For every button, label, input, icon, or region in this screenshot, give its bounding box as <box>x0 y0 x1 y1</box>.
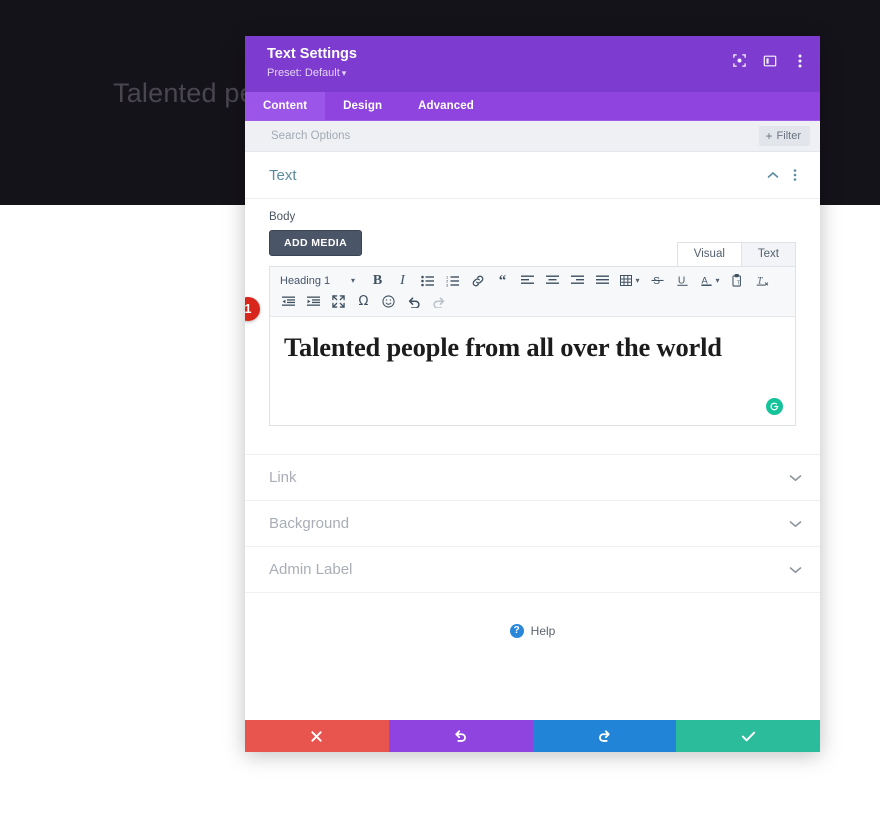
filter-button[interactable]: + Filter <box>758 126 810 146</box>
panel-layout-icon[interactable] <box>761 52 778 69</box>
collapsed-sections: Link Background Admin Label <box>245 454 820 593</box>
filter-button-label: Filter <box>776 130 801 142</box>
section-row-background[interactable]: Background <box>245 500 820 546</box>
emoji-icon[interactable] <box>376 292 401 312</box>
modal-body: Text Body ADD MEDIA 1 Visual Text Headin… <box>245 152 820 720</box>
plus-icon: + <box>765 129 773 143</box>
undo-button[interactable] <box>388 720 533 752</box>
align-center-icon[interactable] <box>540 271 565 291</box>
outdent-icon[interactable] <box>276 292 301 312</box>
svg-text:A: A <box>702 275 709 285</box>
indent-icon[interactable] <box>301 292 326 312</box>
svg-text:3: 3 <box>446 282 449 286</box>
preset-label: Preset: Default <box>267 67 340 79</box>
tab-text[interactable]: Text <box>741 242 796 266</box>
chevron-down-icon: ▾ <box>341 68 347 78</box>
bold-icon[interactable]: B <box>365 271 390 291</box>
paste-as-text-icon[interactable]: T <box>725 271 750 291</box>
search-options-bar: + Filter <box>245 121 820 152</box>
redo-icon <box>598 730 610 742</box>
editor-toolbar-row-1: Heading 1 ▾ B I 1 2 3 “ ▾ S U A ▾ T T <box>276 270 791 291</box>
add-media-button[interactable]: ADD MEDIA <box>269 230 363 256</box>
section-title-background: Background <box>269 515 350 532</box>
chevron-down-icon[interactable] <box>789 474 802 482</box>
tab-content[interactable]: Content <box>245 92 326 120</box>
check-icon <box>741 731 755 741</box>
chevron-up-icon[interactable] <box>764 166 782 184</box>
modal-title: Text Settings <box>267 46 357 62</box>
section-more-vertical-icon[interactable] <box>786 166 804 184</box>
preset-selector[interactable]: Preset: Default ▾ <box>267 66 346 81</box>
link-icon[interactable] <box>465 271 490 291</box>
modal-header-icons <box>731 52 808 69</box>
section-title-admin-label: Admin Label <box>269 561 353 578</box>
grammarly-icon[interactable] <box>766 398 783 415</box>
numbered-list-icon[interactable]: 1 2 3 <box>440 271 465 291</box>
redo-button[interactable] <box>532 720 677 752</box>
body-field-label: Body <box>269 211 296 223</box>
fullscreen-icon[interactable] <box>326 292 351 312</box>
question-mark-icon: ? <box>509 624 524 638</box>
special-character-icon[interactable]: Ω <box>351 292 376 312</box>
step-marker-badge: 1 <box>245 297 260 321</box>
section-title-text: Text <box>269 166 297 184</box>
more-vertical-icon[interactable] <box>791 52 808 69</box>
editor-mode-tabs: Visual Text <box>676 242 796 266</box>
clear-formatting-icon[interactable]: T <box>750 271 775 291</box>
undo-icon[interactable] <box>401 292 426 312</box>
italic-icon[interactable]: I <box>390 271 415 291</box>
modal-tabs: Content Design Advanced <box>245 92 820 121</box>
section-row-link[interactable]: Link <box>245 454 820 500</box>
svg-text:U: U <box>678 275 685 286</box>
focus-target-icon[interactable] <box>731 52 748 69</box>
redo-icon <box>426 292 451 312</box>
cancel-button[interactable] <box>245 720 389 752</box>
chevron-down-icon[interactable] <box>789 566 802 574</box>
undo-icon <box>455 730 467 742</box>
text-color-icon[interactable]: A ▾ <box>695 271 725 291</box>
align-right-icon[interactable] <box>565 271 590 291</box>
modal-header: Text Settings Preset: Default ▾ <box>245 36 820 92</box>
close-icon <box>311 730 323 742</box>
format-select[interactable]: Heading 1 ▾ <box>276 271 361 291</box>
chevron-down-icon: ▾ <box>715 276 720 285</box>
chevron-down-icon: ▾ <box>635 276 640 285</box>
text-section-content: Body ADD MEDIA 1 Visual Text Heading 1 ▾ <box>245 199 820 426</box>
underline-icon[interactable]: U <box>670 271 695 291</box>
search-input[interactable] <box>269 129 759 143</box>
chevron-down-icon[interactable] <box>789 520 802 528</box>
help-link[interactable]: ? Help <box>245 624 820 638</box>
help-label: Help <box>530 624 556 638</box>
svg-text:S: S <box>653 276 660 287</box>
tab-design[interactable]: Design <box>325 92 400 120</box>
text-settings-modal: Text Settings Preset: Default ▾ Content … <box>245 36 820 752</box>
modal-footer <box>245 720 820 752</box>
table-icon[interactable]: ▾ <box>615 271 645 291</box>
section-header-text[interactable]: Text <box>245 152 820 199</box>
editor-heading-text: Talented people from all over the world <box>284 332 722 362</box>
blockquote-icon[interactable]: “ <box>490 271 515 291</box>
tab-advanced[interactable]: Advanced <box>400 92 492 120</box>
svg-text:T: T <box>736 281 739 287</box>
wysiwyg-editor: 1 Visual Text Heading 1 ▾ B I 1 2 3 “ ▾ … <box>245 242 796 426</box>
section-title-link: Link <box>269 469 297 486</box>
editor-content-area[interactable]: Talented people from all over the world <box>270 317 795 425</box>
section-row-admin-label[interactable]: Admin Label <box>245 546 820 593</box>
save-button[interactable] <box>676 720 820 752</box>
align-justify-icon[interactable] <box>590 271 615 291</box>
strikethrough-icon[interactable]: S <box>645 271 670 291</box>
bulleted-list-icon[interactable] <box>415 271 440 291</box>
tab-visual[interactable]: Visual <box>676 242 742 266</box>
editor-toolbar: Heading 1 ▾ B I 1 2 3 “ ▾ S U A ▾ T T Ω <box>270 267 795 317</box>
format-select-value: Heading 1 <box>280 274 331 287</box>
chevron-down-icon: ▾ <box>350 276 355 285</box>
align-left-icon[interactable] <box>515 271 540 291</box>
editor-toolbar-row-2: Ω <box>276 291 791 312</box>
